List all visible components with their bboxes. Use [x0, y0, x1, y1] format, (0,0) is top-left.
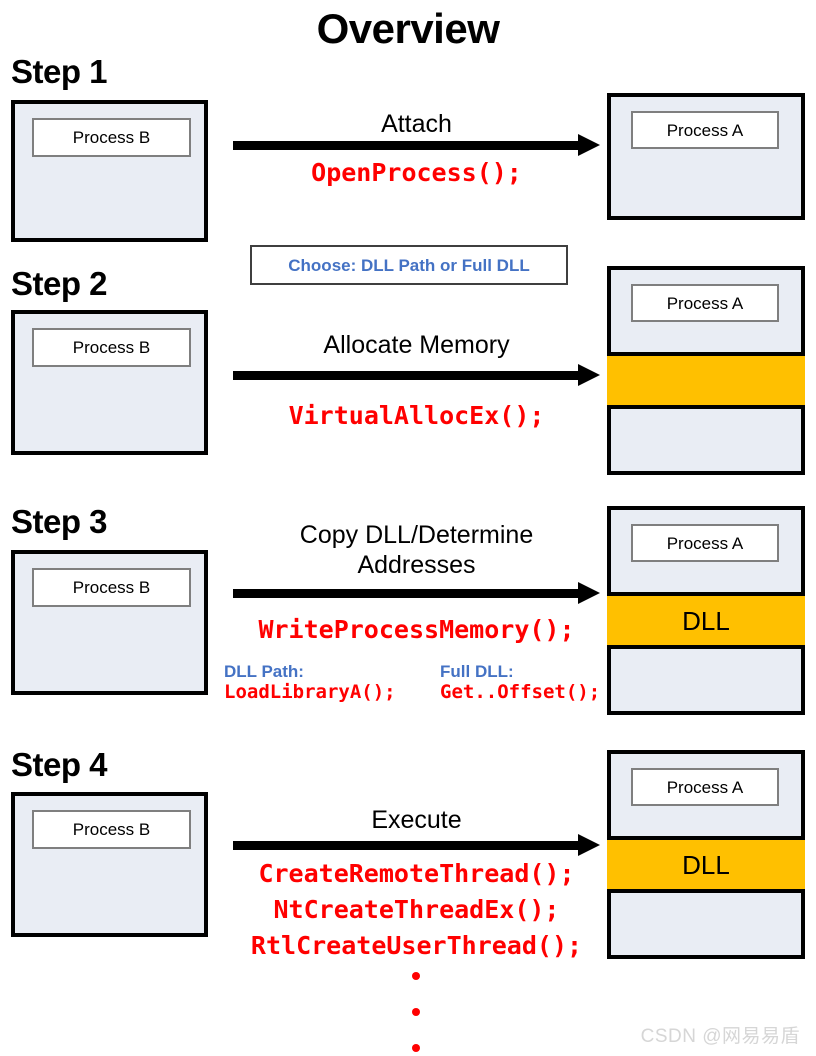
step-2-action-label: Allocate Memory — [323, 331, 510, 359]
step-2-arrow — [233, 364, 600, 386]
step-4-process-a-label: Process A — [631, 768, 779, 806]
step-1-action-label: Attach — [381, 110, 452, 138]
step-3-process-b-label: Process B — [32, 568, 191, 607]
step-4-api-call-1: CreateRemoteThread(); — [258, 859, 575, 888]
step-3-branch-full-dll-call: Get..Offset(); — [440, 681, 601, 703]
ellipsis-dot-3 — [412, 1044, 420, 1052]
step-3-process-b-box: Process B — [11, 550, 208, 695]
step-3-branch-full-dll-title: Full DLL: — [440, 662, 514, 681]
watermark: CSDN @网易易盾 — [640, 1026, 800, 1047]
step-4-process-b-label: Process B — [32, 810, 191, 849]
step-4-dll-memory-band: DLL — [607, 836, 805, 893]
step-4-api-call-2: NtCreateThreadEx(); — [273, 895, 560, 924]
ellipsis-dot-2 — [412, 1008, 420, 1016]
step-4-process-b-box: Process B — [11, 792, 208, 937]
step-4-action-label: Execute — [371, 806, 462, 834]
step-3-branch-dll-path-title: DLL Path: — [224, 662, 304, 681]
choose-dll-mode-box[interactable]: Choose: DLL Path or Full DLL — [250, 245, 568, 285]
step-2-heading: Step 2 — [11, 265, 108, 302]
step-3-action-label-line1: Copy DLL/Determine — [299, 521, 534, 549]
step-3-heading: Step 3 — [11, 503, 108, 540]
step-2-process-a-label: Process A — [631, 284, 779, 322]
step-2-process-a-box: Process A — [607, 266, 805, 475]
step-1-process-a-box: Process A — [607, 93, 805, 220]
step-3-dll-memory-band: DLL — [607, 592, 805, 649]
step-1-arrow — [233, 134, 600, 156]
diagram-canvas: Overview Step 1 Process B Attach OpenPro… — [0, 0, 816, 1056]
step-1-process-b-box: Process B — [11, 100, 208, 242]
step-3-api-call: WriteProcessMemory(); — [258, 615, 575, 644]
step-1-process-b-label: Process B — [32, 118, 191, 157]
step-2-allocated-memory-band — [607, 352, 805, 409]
step-3-action-label-line2: Addresses — [357, 551, 476, 579]
step-1-api-call: OpenProcess(); — [311, 158, 522, 187]
step-3-branch-dll-path-call: LoadLibraryA(); — [224, 681, 396, 703]
step-3-process-a-label: Process A — [631, 524, 779, 562]
step-2-api-call: VirtualAllocEx(); — [288, 401, 545, 430]
step-4-process-a-box: Process A DLL — [607, 750, 805, 959]
step-2-process-b-box: Process B — [11, 310, 208, 455]
step-3-arrow — [233, 582, 600, 604]
step-2-process-b-label: Process B — [32, 328, 191, 367]
step-4-api-call-3: RtlCreateUserThread(); — [250, 931, 583, 960]
step-3-process-a-box: Process A DLL — [607, 506, 805, 715]
ellipsis-dot-1 — [412, 972, 420, 980]
step-4-arrow — [233, 834, 600, 856]
step-1-heading: Step 1 — [11, 53, 108, 90]
step-1-process-a-label: Process A — [631, 111, 779, 149]
page-title: Overview — [316, 5, 500, 52]
step-4-heading: Step 4 — [11, 746, 108, 783]
